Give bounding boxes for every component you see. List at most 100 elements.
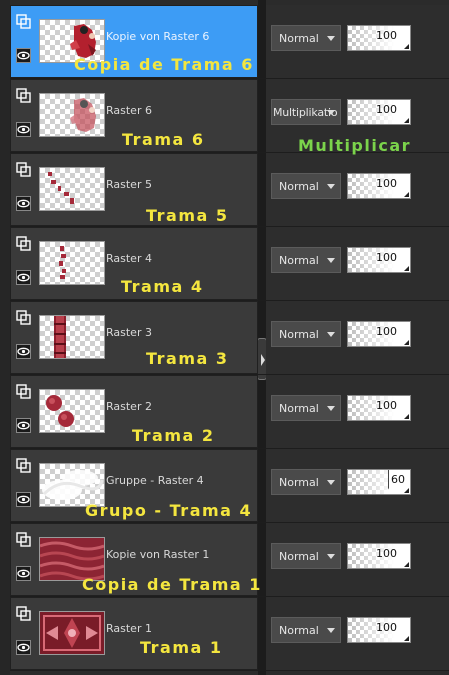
blend-mode-label: Normal xyxy=(279,180,319,193)
blend-mode-dropdown[interactable]: Normal xyxy=(271,25,341,51)
eye-icon[interactable] xyxy=(16,196,31,211)
layer-item[interactable]: Raster 1 xyxy=(10,597,258,670)
layer-group-icon[interactable] xyxy=(16,532,31,547)
overlay-caption: Copia de Trama 1 xyxy=(82,575,262,594)
dropdown-arrow-icon xyxy=(327,110,335,115)
layer-row[interactable]: Raster 5 Normal 100 xyxy=(10,153,449,227)
dropdown-arrow-icon xyxy=(327,554,335,559)
dropdown-arrow-icon xyxy=(327,406,335,411)
layer-row[interactable]: Raster 3 Normal 100 xyxy=(10,301,449,375)
dropdown-arrow-icon xyxy=(327,258,335,263)
eye-icon[interactable] xyxy=(16,270,31,285)
dropdown-arrow-icon xyxy=(327,628,335,633)
layer-thumbnail xyxy=(39,93,105,137)
blend-mode-label: Normal xyxy=(279,32,319,45)
eye-icon[interactable] xyxy=(16,122,31,137)
eye-icon[interactable] xyxy=(16,418,31,433)
layer-thumbnail xyxy=(39,315,105,359)
layer-name: Kopie von Raster 1 xyxy=(106,548,210,561)
layer-thumbnail xyxy=(39,167,105,211)
eye-icon[interactable] xyxy=(16,566,31,581)
layer-name: Raster 2 xyxy=(106,400,152,413)
opacity-value: 100 xyxy=(376,251,397,264)
opacity-slider[interactable]: 100 xyxy=(347,617,411,643)
opacity-value: 100 xyxy=(376,399,397,412)
layer-group-icon[interactable] xyxy=(16,606,31,621)
layers-palette: Kopie von Raster 6 Normal 100 Raster 6 M… xyxy=(0,0,449,675)
layer-name: Raster 1 xyxy=(106,622,152,635)
blend-mode-label: Normal xyxy=(279,624,319,637)
palette-edge xyxy=(0,0,10,675)
layer-controls: Normal 100 xyxy=(266,597,449,670)
layer-controls: Normal 100 xyxy=(266,227,449,300)
layer-controls: Normal 100 xyxy=(266,375,449,448)
overlay-caption: Copia de Trama 6 xyxy=(74,55,254,74)
slider-handle[interactable] xyxy=(384,488,392,494)
layer-name: Raster 4 xyxy=(106,252,152,265)
layer-group-icon[interactable] xyxy=(16,384,31,399)
annotation-multiply: Multiplicar xyxy=(298,136,412,155)
layer-group-icon[interactable] xyxy=(16,88,31,103)
eye-icon[interactable] xyxy=(16,492,31,507)
layer-name: Raster 6 xyxy=(106,104,152,117)
blend-mode-label: Normal xyxy=(279,328,319,341)
eye-icon[interactable] xyxy=(16,344,31,359)
overlay-caption: Trama 5 xyxy=(146,206,229,225)
layer-group-icon[interactable] xyxy=(16,236,31,251)
layer-group-icon[interactable] xyxy=(16,310,31,325)
overlay-caption: Grupo - Trama 4 xyxy=(85,501,253,520)
layer-name: Kopie von Raster 6 xyxy=(106,30,210,43)
opacity-slider[interactable]: 100 xyxy=(347,25,411,51)
layer-thumbnail xyxy=(39,241,105,285)
layer-name: Raster 5 xyxy=(106,178,152,191)
dropdown-arrow-icon xyxy=(327,332,335,337)
layer-name: Raster 3 xyxy=(106,326,152,339)
layer-group-icon[interactable] xyxy=(16,14,31,29)
blend-mode-label: Normal xyxy=(279,402,319,415)
blend-mode-dropdown[interactable]: Normal xyxy=(271,469,341,495)
blend-mode-dropdown[interactable]: Normal xyxy=(271,395,341,421)
opacity-slider[interactable]: 100 xyxy=(347,321,411,347)
opacity-value: 100 xyxy=(376,103,397,116)
blend-mode-label: Normal xyxy=(279,476,319,489)
overlay-caption: Trama 3 xyxy=(146,349,229,368)
layer-name: Gruppe - Raster 4 xyxy=(106,474,204,487)
opacity-value: 100 xyxy=(376,547,397,560)
opacity-value: 100 xyxy=(376,621,397,634)
layer-thumbnail xyxy=(39,389,105,433)
dropdown-arrow-icon xyxy=(327,36,335,41)
blend-mode-dropdown[interactable]: Normal xyxy=(271,173,341,199)
opacity-value: 100 xyxy=(376,29,397,42)
opacity-slider[interactable]: 100 xyxy=(347,395,411,421)
eye-icon[interactable] xyxy=(16,48,31,63)
opacity-slider[interactable]: 100 xyxy=(347,543,411,569)
layer-group-icon[interactable] xyxy=(16,458,31,473)
opacity-slider[interactable]: 100 xyxy=(347,173,411,199)
overlay-caption: Trama 6 xyxy=(122,130,205,149)
layer-controls: Normal 60 xyxy=(266,449,449,522)
blend-mode-dropdown[interactable]: Multiplikatio xyxy=(271,99,341,125)
layer-group-icon[interactable] xyxy=(16,162,31,177)
opacity-slider[interactable]: 100 xyxy=(347,99,411,125)
opacity-slider[interactable]: 100 xyxy=(347,247,411,273)
blend-mode-label: Normal xyxy=(279,254,319,267)
layer-controls: Normal 100 xyxy=(266,5,449,78)
eye-icon[interactable] xyxy=(16,640,31,655)
layer-controls: Normal 100 xyxy=(266,301,449,374)
layer-row[interactable]: Raster 4 Normal 100 xyxy=(10,227,449,301)
layer-row[interactable]: Raster 2 Normal 100 xyxy=(10,375,449,449)
blend-mode-dropdown[interactable]: Normal xyxy=(271,543,341,569)
overlay-caption: Trama 1 xyxy=(140,638,223,657)
opacity-value: 100 xyxy=(376,177,397,190)
opacity-value: 100 xyxy=(376,325,397,338)
opacity-slider[interactable]: 60 xyxy=(347,469,411,495)
blend-mode-dropdown[interactable]: Normal xyxy=(271,617,341,643)
blend-mode-label: Normal xyxy=(279,550,319,563)
blend-mode-dropdown[interactable]: Normal xyxy=(271,247,341,273)
overlay-caption: Trama 2 xyxy=(132,426,215,445)
blend-mode-dropdown[interactable]: Normal xyxy=(271,321,341,347)
overlay-caption: Trama 4 xyxy=(121,277,204,296)
dropdown-arrow-icon xyxy=(327,480,335,485)
layer-row[interactable]: Raster 1 Normal 100 xyxy=(10,597,449,671)
layer-controls: Normal 100 xyxy=(266,153,449,226)
